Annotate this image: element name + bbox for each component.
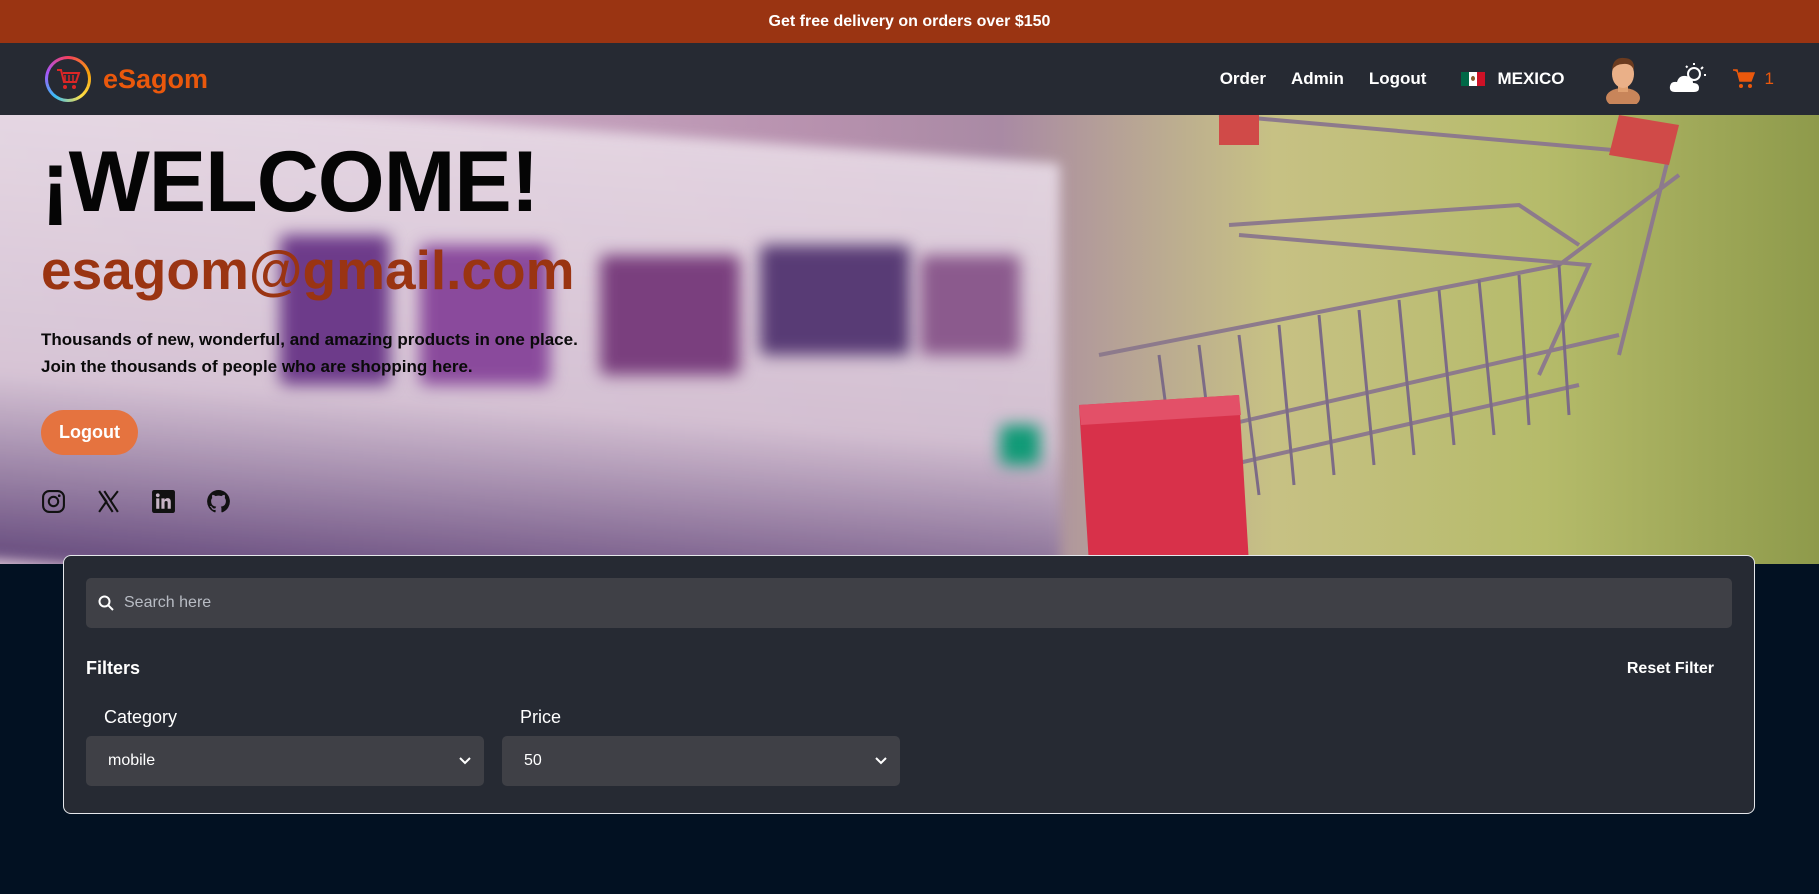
hero-title: ¡WELCOME!	[41, 134, 539, 230]
search-icon	[98, 595, 114, 611]
user-email: esagom@gmail.com	[41, 239, 575, 301]
nav-admin-link[interactable]: Admin	[1291, 69, 1344, 89]
linkedin-icon[interactable]	[151, 489, 176, 514]
hero-logout-button[interactable]: Logout	[41, 410, 138, 455]
instagram-icon[interactable]	[41, 489, 66, 514]
search-input[interactable]	[124, 594, 1720, 612]
social-links	[41, 489, 1819, 514]
hero-tagline-1: Thousands of new, wonderful, and amazing…	[41, 330, 578, 349]
mexico-flag-icon	[1461, 72, 1486, 86]
weather-icon[interactable]	[1669, 62, 1707, 96]
chevron-down-icon	[875, 757, 887, 765]
promo-text: Get free delivery on orders over $150	[768, 12, 1051, 30]
category-label: Category	[104, 707, 178, 727]
filters-heading: Filters	[86, 658, 141, 678]
promo-banner: Get free delivery on orders over $150	[0, 0, 1819, 43]
hero-section: ¡WELCOME! esagom@gmail.com Thousands of …	[0, 115, 1819, 564]
hero-tagline-2: Join the thousands of people who are sho…	[41, 357, 473, 376]
navbar: eSagom Order Admin Logout MEXICO 1	[0, 43, 1819, 115]
chevron-down-icon	[459, 757, 471, 765]
brand[interactable]: eSagom	[45, 56, 208, 102]
price-label: Price	[520, 707, 562, 727]
category-select[interactable]: mobile	[86, 736, 484, 786]
cart-button[interactable]: 1	[1732, 69, 1774, 89]
shopping-cart-icon	[1732, 69, 1755, 88]
cart-count: 1	[1764, 69, 1774, 88]
search-bar[interactable]	[86, 578, 1732, 628]
user-avatar[interactable]	[1605, 54, 1641, 104]
category-value: mobile	[108, 752, 156, 769]
reset-filter-button[interactable]: Reset Filter	[1627, 660, 1714, 678]
logo-cart-icon	[45, 56, 91, 102]
price-value: 50	[524, 752, 542, 769]
filter-panel: Filters Reset Filter Category mobile Pri…	[63, 555, 1755, 814]
github-icon[interactable]	[206, 489, 231, 514]
x-icon[interactable]	[96, 489, 121, 514]
nav-logout-link[interactable]: Logout	[1369, 69, 1427, 89]
category-filter: Category mobile	[86, 707, 484, 786]
nav-order-link[interactable]: Order	[1220, 69, 1266, 89]
price-select[interactable]: 50	[502, 736, 900, 786]
brand-name: eSagom	[103, 63, 209, 94]
country-selector[interactable]: MEXICO	[1461, 69, 1565, 89]
price-filter: Price 50	[502, 707, 900, 786]
country-label: MEXICO	[1497, 69, 1565, 88]
